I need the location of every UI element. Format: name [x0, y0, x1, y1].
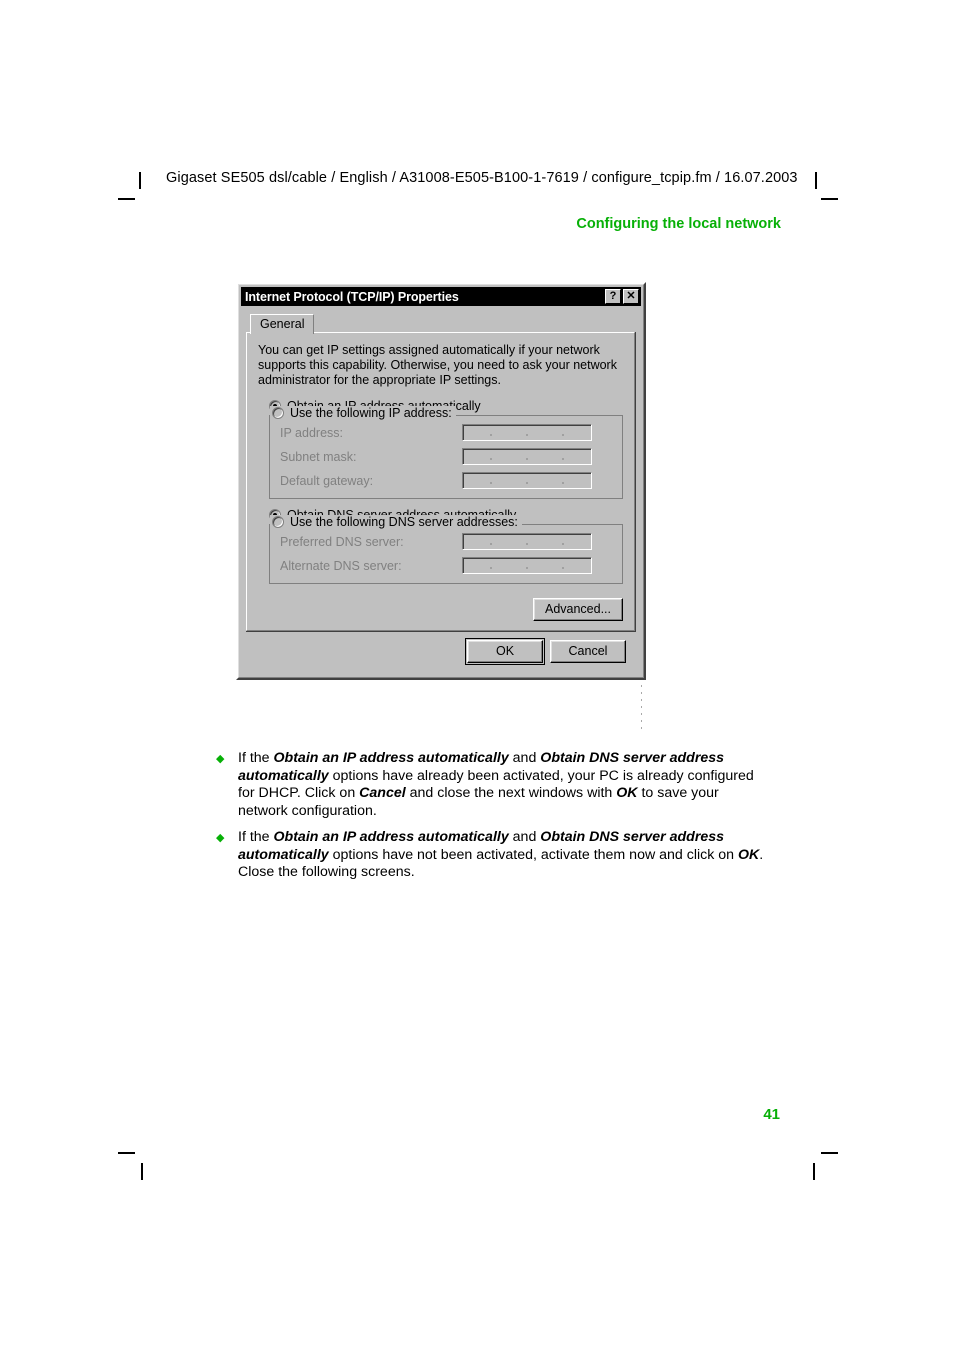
radio-indicator-use-following-dns[interactable]	[272, 516, 284, 528]
bullet-diamond-icon: ◆	[216, 753, 225, 765]
bullet-diamond-icon: ◆	[216, 832, 225, 844]
input-default-gateway[interactable]	[462, 472, 592, 489]
close-icon[interactable]: ✕	[623, 289, 639, 304]
radio-indicator-use-following-ip[interactable]	[272, 407, 284, 419]
ip-separator-dot	[490, 543, 492, 545]
ip-separator-dot	[490, 482, 492, 484]
radio-use-following-dns[interactable]: Use the following DNS server addresses:	[270, 515, 522, 529]
crop-mark-bottom-left-vertical	[141, 1163, 143, 1180]
input-subnet-mask[interactable]	[462, 448, 592, 465]
radio-use-following-ip[interactable]: Use the following IP address:	[270, 406, 456, 420]
ip-separator-dot	[526, 458, 528, 460]
label-subnet-mask: Subnet mask:	[280, 449, 357, 464]
advanced-button-row: Advanced...	[258, 598, 623, 621]
bullet-text: If the Obtain an IP address automaticall…	[238, 829, 764, 880]
list-item: ◆ If the Obtain an IP address automatica…	[216, 750, 772, 820]
label-default-gateway: Default gateway:	[280, 473, 374, 488]
cancel-button[interactable]: Cancel	[550, 640, 626, 663]
radio-label-use-following-dns: Use the following DNS server addresses:	[290, 515, 518, 529]
page-number: 41	[763, 1106, 780, 1123]
radio-label-use-following-ip: Use the following IP address:	[290, 406, 452, 420]
field-row-alternate-dns: Alternate DNS server:	[280, 557, 612, 574]
ip-separator-dot	[562, 434, 564, 436]
input-ip-address[interactable]	[462, 424, 592, 441]
dialog-title: Internet Protocol (TCP/IP) Properties	[245, 289, 459, 304]
crop-mark-bottom-right-horizontal	[821, 1152, 838, 1154]
ip-separator-dot	[562, 567, 564, 569]
list-item: ◆ If the Obtain an IP address automatica…	[216, 829, 772, 882]
section-heading: Configuring the local network	[576, 216, 781, 232]
instruction-bullet-list: ◆ If the Obtain an IP address automatica…	[216, 750, 772, 891]
field-row-subnet-mask: Subnet mask:	[280, 448, 612, 465]
crop-mark-top-left-horizontal	[118, 198, 135, 200]
ip-separator-dot	[526, 434, 528, 436]
ip-separator-dot	[526, 567, 528, 569]
crop-mark-bottom-left-horizontal	[118, 1152, 135, 1154]
ok-button[interactable]: OK	[465, 638, 545, 665]
help-button[interactable]: ?	[605, 289, 621, 304]
document-header-line: Gigaset SE505 dsl/cable / English / A310…	[166, 170, 798, 186]
tcpip-properties-dialog: Internet Protocol (TCP/IP) Properties ? …	[236, 282, 646, 680]
label-preferred-dns-server: Preferred DNS server:	[280, 534, 404, 549]
crop-mark-bottom-right-vertical	[813, 1163, 815, 1180]
dialog-description: You can get IP settings assigned automat…	[258, 343, 617, 387]
use-following-dns-groupbox: Use the following DNS server addresses: …	[269, 515, 623, 584]
crop-mark-top-left-vertical	[139, 172, 141, 189]
ip-separator-dot	[562, 482, 564, 484]
bullet-text: If the Obtain an IP address automaticall…	[238, 750, 754, 819]
crop-mark-top-right-horizontal	[821, 198, 838, 200]
label-ip-address: IP address:	[280, 425, 344, 440]
advanced-button[interactable]: Advanced...	[533, 598, 623, 621]
dialog-title-bar: Internet Protocol (TCP/IP) Properties ? …	[241, 287, 641, 306]
input-alternate-dns-server[interactable]	[462, 557, 592, 574]
field-row-default-gateway: Default gateway:	[280, 472, 612, 489]
ip-separator-dot	[526, 482, 528, 484]
label-alternate-dns-server: Alternate DNS server:	[280, 558, 402, 573]
tab-general[interactable]: General	[250, 314, 315, 334]
crop-mark-top-right-vertical	[815, 172, 817, 189]
ip-separator-dot	[526, 543, 528, 545]
ip-separator-dot	[562, 543, 564, 545]
ip-separator-dot	[490, 458, 492, 460]
ip-separator-dot	[490, 567, 492, 569]
use-following-ip-groupbox: Use the following IP address: IP address…	[269, 406, 623, 499]
dialog-footer: OK Cancel	[246, 632, 636, 670]
general-tab-panel: You can get IP settings assigned automat…	[246, 332, 635, 631]
field-row-ip-address: IP address:	[280, 424, 612, 441]
ip-separator-dot	[562, 458, 564, 460]
ip-separator-dot	[490, 434, 492, 436]
field-row-preferred-dns: Preferred DNS server:	[280, 533, 612, 550]
input-preferred-dns-server[interactable]	[462, 533, 592, 550]
tab-strip: General	[246, 312, 636, 334]
